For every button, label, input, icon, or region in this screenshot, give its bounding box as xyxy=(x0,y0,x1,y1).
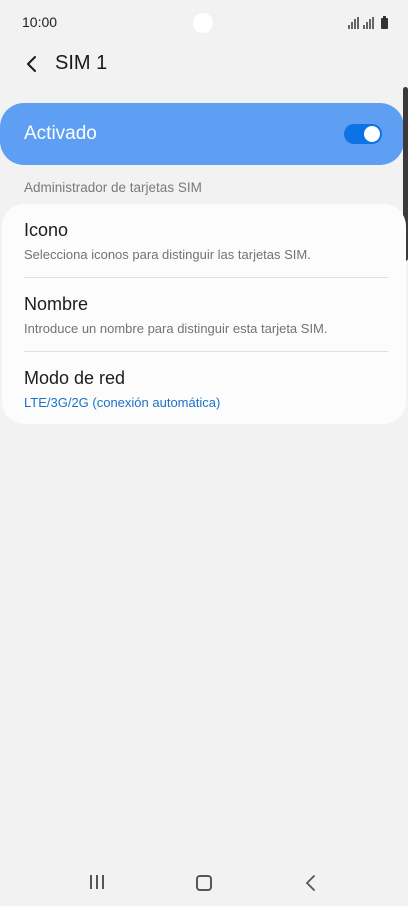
setting-subtitle: LTE/3G/2G (conexión automática) xyxy=(24,395,221,410)
signal-icon xyxy=(348,17,359,29)
chevron-left-icon[interactable] xyxy=(20,52,44,76)
setting-title: Nombre xyxy=(24,294,89,314)
setting-subtitle: Selecciona iconos para distinguir las ta… xyxy=(24,247,311,262)
setting-title: Modo de red xyxy=(24,368,126,388)
status-bar: 10:00 xyxy=(0,0,408,46)
activation-switch[interactable] xyxy=(344,124,382,144)
battery-icon xyxy=(381,16,388,29)
page-title: SIM 1 xyxy=(55,52,108,74)
toggle-label: Activado xyxy=(24,123,97,144)
setting-row-network-mode[interactable]: Modo de red LTE/3G/2G (conexión automáti… xyxy=(2,352,406,426)
setting-row-name[interactable]: Nombre Introduce un nombre para distingu… xyxy=(2,278,406,352)
navigation-bar xyxy=(0,860,408,906)
back-icon[interactable] xyxy=(301,873,321,893)
setting-subtitle: Introduce un nombre para distinguir esta… xyxy=(24,321,328,336)
app-header: SIM 1 xyxy=(0,44,408,84)
section-header: Administrador de tarjetas SIM xyxy=(24,180,202,195)
status-icons xyxy=(348,15,388,29)
home-icon[interactable] xyxy=(196,875,212,891)
sim-settings-card: Icono Selecciona iconos para distinguir … xyxy=(2,204,406,424)
setting-row-icon[interactable]: Icono Selecciona iconos para distinguir … xyxy=(2,204,406,278)
activation-toggle-row[interactable]: Activado xyxy=(0,103,404,165)
switch-knob xyxy=(364,126,380,142)
status-time: 10:00 xyxy=(22,14,58,30)
signal-icon xyxy=(363,17,374,29)
setting-title: Icono xyxy=(24,220,69,240)
camera-cutout xyxy=(193,13,213,33)
recents-icon[interactable] xyxy=(90,875,104,889)
